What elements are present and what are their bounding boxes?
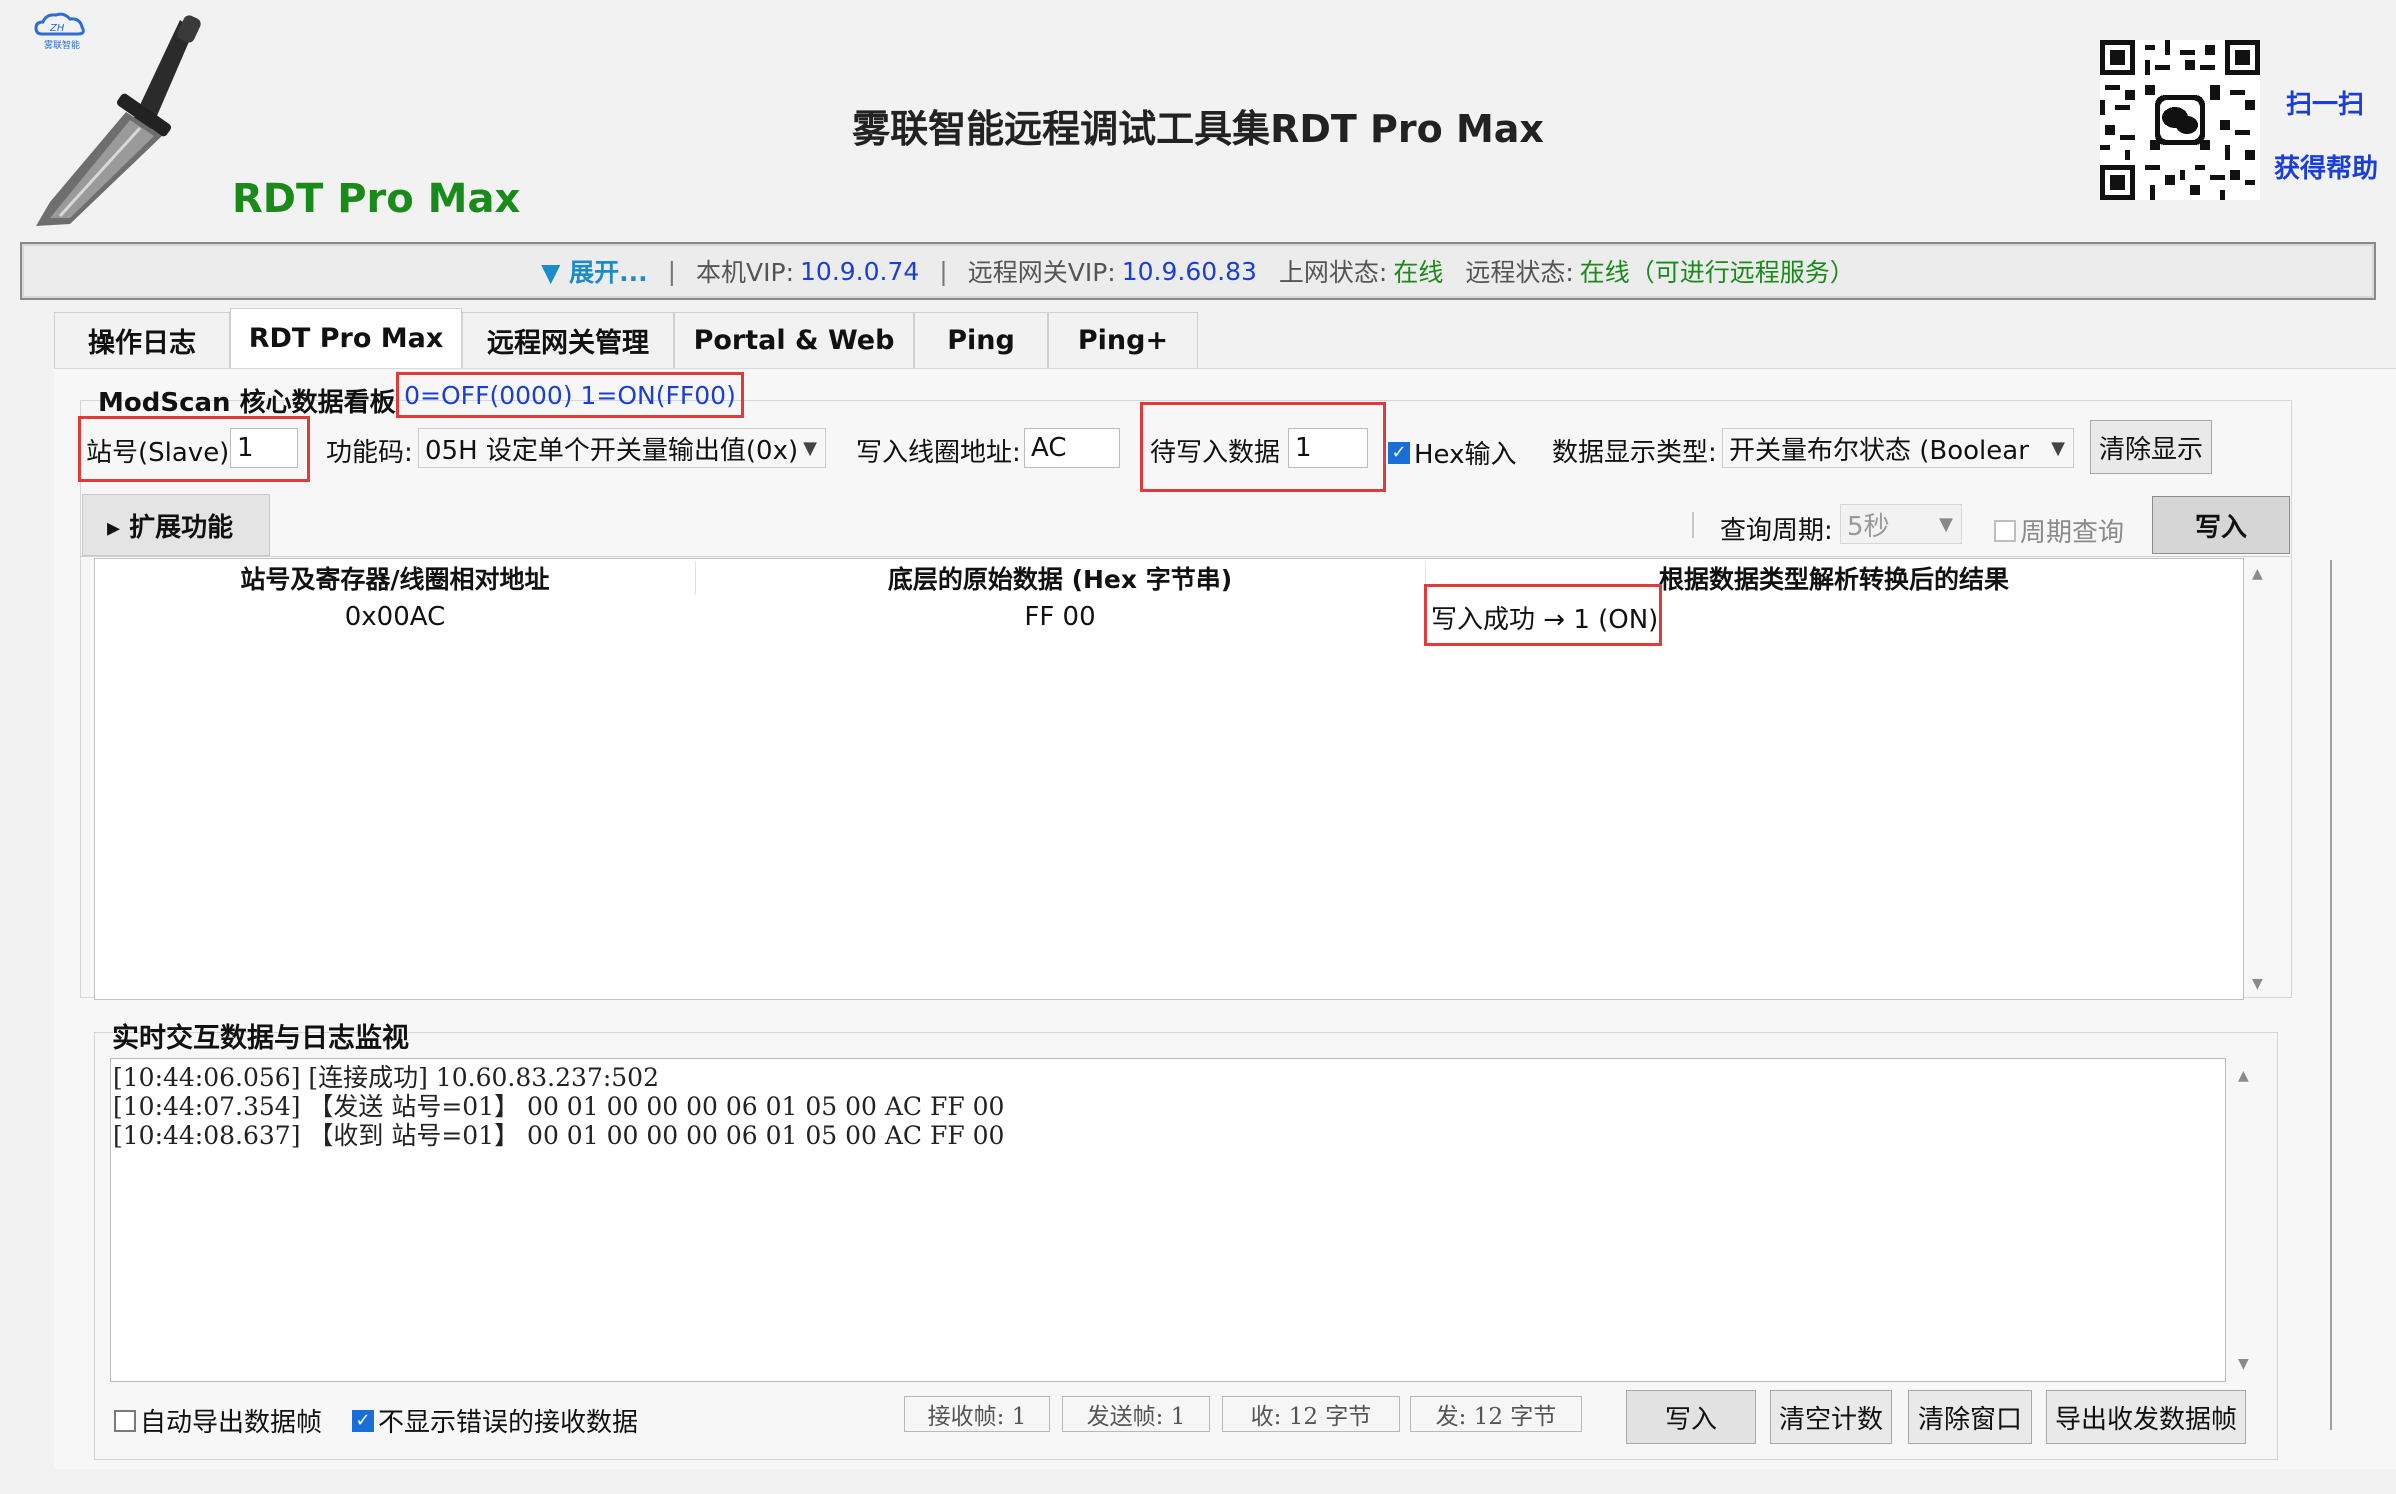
log-textarea[interactable]: [10:44:06.056] [连接成功] 10.60.83.237:502 [1… (110, 1058, 2226, 1382)
periodic-query-checkbox[interactable]: 周期查询 (1994, 512, 2124, 549)
tab-operation-log[interactable]: 操作日志 (54, 312, 230, 368)
auto-export-checkbox[interactable]: 自动导出数据帧 (114, 1402, 322, 1439)
scroll-down-icon[interactable]: ▼ (2252, 976, 2263, 992)
chevron-down-icon: ▼ (803, 437, 817, 459)
slave-label: 站号(Slave): (86, 438, 239, 468)
main-tabs: 操作日志 RDT Pro Max 远程网关管理 Portal & Web Pin… (54, 308, 1198, 368)
chevron-down-icon: ▼ (2051, 437, 2065, 459)
checkbox-checked-icon: ✓ (1388, 441, 1410, 464)
checkbox-checked-icon: ✓ (352, 1409, 374, 1432)
recv-frame-count: 接收帧: 1 (904, 1396, 1050, 1432)
data-table: 站号及寄存器/线圈相对地址 底层的原始数据 (Hex 字节串) 根据数据类型解析… (94, 558, 2244, 1000)
remote-status-label: 远程状态: (1465, 258, 1574, 287)
modscan-title: ModScan 核心数据看板 (98, 388, 396, 418)
panel-scrollbar[interactable] (2330, 560, 2332, 1430)
checkbox-unchecked-icon (114, 1409, 136, 1432)
brand-name: RDT Pro Max (232, 176, 521, 222)
display-type-label: 数据显示类型: (1552, 438, 1717, 468)
log-write-button[interactable]: 写入 (1626, 1390, 1756, 1444)
log-line: [10:44:07.354] 【发送 站号=01】 00 01 00 00 00… (113, 1092, 1005, 1121)
log-title: 实时交互数据与日志监视 (112, 1023, 409, 1054)
log-line: [10:44:08.637] 【收到 站号=01】 00 01 00 00 00… (113, 1121, 1005, 1150)
write-data-label: 待写入数据 (1150, 438, 1281, 468)
app-title: 雾联智能远程调试工具集RDT Pro Max (852, 107, 1544, 151)
scan-label: 扫一扫 (2286, 90, 2365, 120)
function-code-select[interactable]: 05H 设定单个开关量输出值(0x) ▼ (418, 428, 826, 468)
write-button[interactable]: 写入 (2152, 496, 2290, 554)
scroll-down-icon[interactable]: ▼ (2238, 1356, 2249, 1372)
slave-input[interactable]: 1 (230, 428, 298, 468)
hex-input-checkbox[interactable]: ✓ Hex输入 (1388, 434, 1516, 471)
tab-rdt-pro-max[interactable]: RDT Pro Max (230, 308, 462, 368)
display-type-select[interactable]: 开关量布尔状态 (Boolean I ▼ (1722, 428, 2074, 468)
write-data-input[interactable]: 1 (1288, 428, 1368, 468)
auto-export-label: 自动导出数据帧 (140, 1408, 323, 1438)
tab-ping[interactable]: Ping (914, 312, 1048, 368)
status-separator: | (667, 256, 677, 286)
clear-display-button[interactable]: 清除显示 (2090, 420, 2212, 474)
local-vip-label: 本机VIP: (696, 258, 795, 287)
divider (1692, 512, 1694, 538)
remote-status-value: 在线（可进行远程服务） (1579, 258, 1855, 287)
send-byte-count: 发: 12 字节 (1410, 1396, 1582, 1432)
online-status-value: 在线 (1393, 258, 1444, 287)
divider (80, 556, 2290, 557)
tab-portal-web[interactable]: Portal & Web (674, 312, 914, 368)
query-period-value: 5秒 (1847, 511, 1890, 542)
function-code-value: 05H 设定单个开关量输出值(0x) (425, 435, 799, 466)
tab-ping-plus[interactable]: Ping+ (1048, 312, 1198, 368)
result-highlight (1424, 584, 1662, 646)
chevron-down-icon: ▼ (1939, 513, 1953, 535)
function-code-label: 功能码: (326, 438, 413, 468)
status-separator: | (939, 256, 948, 286)
column-header: 站号及寄存器/线圈相对地址 (95, 561, 696, 595)
tab-remote-gateway[interactable]: 远程网关管理 (462, 312, 674, 368)
checkbox-unchecked-icon (1994, 519, 2016, 542)
extended-functions-toggle[interactable]: ▸ 扩展功能 (82, 494, 270, 556)
help-label: 获得帮助 (2274, 154, 2379, 184)
status-bar: ▼ 展开... | 本机VIP: 10.9.0.74 | 远程网关VIP: 10… (20, 242, 2376, 300)
log-line: [10:44:06.056] [连接成功] 10.60.83.237:502 (113, 1063, 659, 1092)
coil-address-input[interactable]: AC (1024, 428, 1120, 468)
remote-gateway-vip-value: 10.9.60.83 (1121, 256, 1257, 286)
online-status-label: 上网状态: (1278, 258, 1388, 287)
hex-input-label: Hex输入 (1414, 440, 1517, 470)
hide-errors-label: 不显示错误的接收数据 (378, 1408, 639, 1438)
export-frames-button[interactable]: 导出收发数据帧 (2046, 1390, 2246, 1444)
scroll-up-icon[interactable]: ▲ (2238, 1068, 2249, 1084)
qr-code-image (2100, 40, 2260, 200)
display-type-value: 开关量布尔状态 (Boolean I (1729, 435, 2029, 466)
periodic-query-label: 周期查询 (2020, 518, 2125, 548)
table-cell: FF 00 (1024, 602, 1096, 632)
scroll-up-icon[interactable]: ▲ (2252, 566, 2263, 582)
local-vip-value: 10.9.0.74 (800, 256, 920, 286)
column-header: 底层的原始数据 (Hex 字节串) (695, 561, 1426, 595)
coil-address-label: 写入线圈地址: (856, 438, 1021, 468)
remote-gateway-vip-label: 远程网关VIP: (967, 258, 1116, 287)
query-period-select[interactable]: 5秒 ▼ (1840, 504, 1962, 544)
expand-toggle[interactable]: ▼ 展开... (541, 253, 647, 289)
clear-window-button[interactable]: 清除窗口 (1908, 1390, 2032, 1444)
query-period-label: 查询周期: (1720, 516, 1833, 546)
value-legend: 0=OFF(0000) 1=ON(FF00) (396, 372, 744, 418)
recv-byte-count: 收: 12 字节 (1222, 1396, 1400, 1432)
clear-count-button[interactable]: 清空计数 (1770, 1390, 1892, 1444)
send-frame-count: 发送帧: 1 (1062, 1396, 1210, 1432)
hide-errors-checkbox[interactable]: ✓ 不显示错误的接收数据 (352, 1402, 638, 1439)
table-cell: 0x00AC (344, 602, 446, 632)
